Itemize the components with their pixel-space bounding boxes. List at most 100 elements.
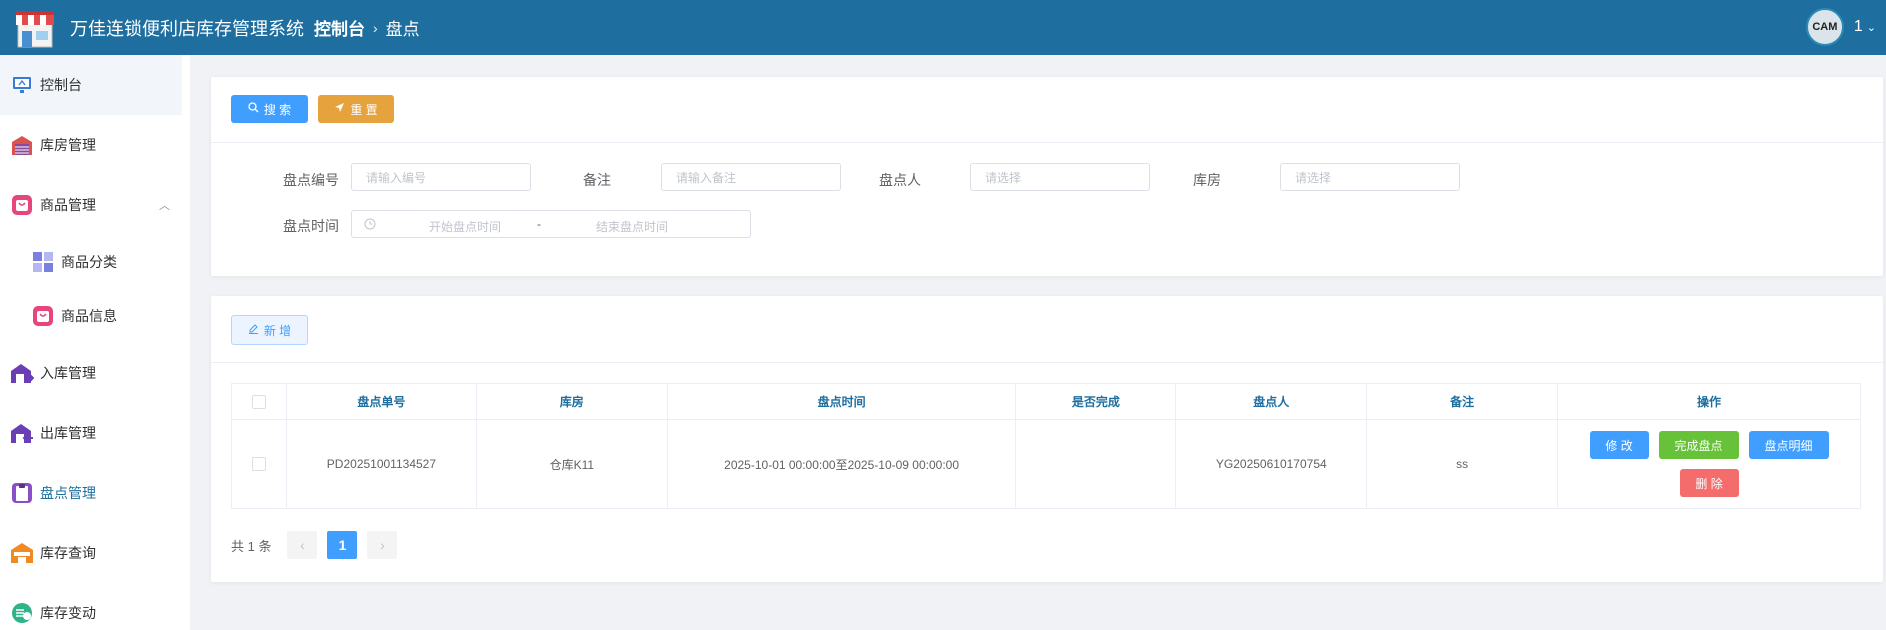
coins-icon	[10, 601, 34, 625]
search-button[interactable]: 搜 索	[231, 95, 308, 123]
breadcrumb-item-dashboard[interactable]: 控制台	[314, 15, 365, 40]
sidebar-item-goods-info[interactable]: 商品信息	[0, 289, 190, 343]
checker-label: 盘点人	[879, 172, 921, 188]
remark-input[interactable]: 请输入备注	[661, 163, 841, 191]
pagination: 共 1 条 ‹ 1 ›	[231, 531, 398, 559]
cell-warehouse: 仓库K11	[475, 419, 668, 509]
reset-button-label: 重 置	[350, 102, 378, 117]
sidebar: 控制台 库房管理 商品管理 ︿ 商品分类 商品信息 入库管理 出库管理 盘点管理…	[0, 55, 190, 630]
stocktake-time-range[interactable]: 开始盘点时间 - 结束盘点时间	[351, 210, 751, 238]
column-header: 盘点单号	[285, 383, 477, 420]
clock-icon	[364, 218, 376, 233]
sidebar-item-goods[interactable]: 商品管理 ︿	[0, 175, 190, 235]
edit-button[interactable]: 修 改	[1589, 431, 1649, 459]
list-panel: 新 增 盘点单号 库房 盘点时间 是否完成 盘点人 备注 操作 PD202510…	[211, 296, 1883, 582]
sidebar-item-dashboard[interactable]: 控制台	[0, 55, 182, 115]
sidebar-item-label: 库存查询	[40, 545, 96, 561]
sidebar-item-outbound[interactable]: 出库管理	[0, 403, 190, 463]
add-button-label: 新 增	[263, 323, 292, 338]
sidebar-item-label: 库存变动	[40, 605, 96, 621]
row-select-cell	[231, 419, 287, 509]
chevron-right-icon: ›	[373, 19, 378, 36]
table-row: PD20251001134527 仓库K11 2025-10-01 00:00:…	[231, 419, 1861, 509]
store-icon	[10, 541, 34, 565]
warehouse-icon	[10, 133, 34, 157]
user-name[interactable]: 1	[1854, 18, 1863, 36]
start-time-input[interactable]: 开始盘点时间	[420, 218, 510, 235]
reset-button[interactable]: 重 置	[318, 95, 394, 123]
sidebar-item-stock-change[interactable]: 库存变动	[0, 583, 190, 630]
prev-page-button[interactable]: ‹	[287, 531, 318, 559]
complete-stocktake-button[interactable]: 完成盘点	[1658, 431, 1739, 459]
warehouse-label: 库房	[1193, 172, 1221, 188]
search-button-label: 搜 索	[263, 102, 292, 117]
app-title: 万佳连锁便利店库存管理系统	[70, 18, 304, 39]
top-header: 万佳连锁便利店库存管理系统 控制台 › 盘点 CAM 1 ⌄	[0, 0, 1886, 55]
user-menu[interactable]: CAM 1 ⌄	[1805, 8, 1876, 46]
cell-done	[1015, 419, 1177, 509]
search-icon	[248, 102, 259, 116]
edit-icon	[248, 323, 259, 337]
checker-select[interactable]: 请选择	[970, 163, 1150, 191]
table-header-row: 盘点单号 库房 盘点时间 是否完成 盘点人 备注 操作	[231, 383, 1861, 420]
category-icon	[31, 250, 55, 274]
end-time-input[interactable]: 结束盘点时间	[587, 218, 677, 235]
sidebar-item-goods-category[interactable]: 商品分类	[0, 235, 190, 289]
total-count: 共 1 条	[231, 538, 272, 554]
code-input[interactable]: 请输入编号	[351, 163, 531, 191]
cell-checker: YG20250610170754	[1175, 419, 1368, 509]
column-header: 库房	[475, 383, 668, 420]
sidebar-item-label: 出库管理	[40, 425, 96, 441]
divider	[211, 362, 1883, 363]
sidebar-item-label: 控制台	[40, 77, 82, 93]
bag-icon	[10, 193, 34, 217]
select-all-cell	[231, 383, 287, 420]
select-all-checkbox[interactable]	[251, 394, 266, 409]
row-checkbox[interactable]	[251, 457, 266, 472]
monitor-icon	[10, 73, 34, 97]
store-logo-icon	[12, 5, 58, 51]
breadcrumb-item-current: 盘点	[385, 20, 420, 39]
divider	[211, 142, 1883, 143]
avatar[interactable]: CAM	[1805, 8, 1844, 46]
cell-time: 2025-10-01 00:00:00至2025-10-09 00:00:00	[666, 419, 1017, 509]
add-button[interactable]: 新 增	[231, 315, 308, 345]
sidebar-item-label: 盘点管理	[40, 485, 96, 501]
column-header: 盘点时间	[666, 383, 1017, 420]
cell-code: PD20251001134527	[285, 419, 477, 509]
delete-button[interactable]: 删 除	[1679, 469, 1739, 497]
clipboard-icon	[10, 481, 34, 505]
bag-icon	[31, 304, 55, 328]
warehouse-select[interactable]: 请选择	[1280, 163, 1460, 191]
sidebar-item-stock-query[interactable]: 库存查询	[0, 523, 190, 583]
breadcrumb: 控制台 › 盘点	[314, 15, 420, 40]
sidebar-item-stocktake[interactable]: 盘点管理	[0, 463, 190, 523]
sidebar-item-warehouse[interactable]: 库房管理	[0, 115, 190, 175]
next-page-button[interactable]: ›	[367, 531, 398, 559]
page-number[interactable]: 1	[327, 531, 358, 559]
cell-remark: ss	[1366, 419, 1559, 509]
time-label: 盘点时间	[283, 218, 339, 234]
send-icon	[334, 102, 345, 116]
column-header: 操作	[1557, 383, 1861, 420]
sidebar-item-label: 库房管理	[40, 137, 96, 153]
search-panel: 搜 索 重 置 盘点编号 请输入编号 备注 请输入备注 盘点人 请选择 库房 请…	[211, 77, 1883, 276]
outbound-icon	[10, 421, 34, 445]
chevron-down-icon[interactable]: ⌄	[1867, 21, 1876, 34]
cell-actions: 修 改 完成盘点 盘点明细 删 除	[1557, 419, 1861, 509]
sidebar-item-label: 商品分类	[61, 254, 117, 270]
stocktake-table: 盘点单号 库房 盘点时间 是否完成 盘点人 备注 操作 PD2025100113…	[231, 383, 1861, 509]
column-header: 盘点人	[1175, 383, 1368, 420]
sidebar-item-inbound[interactable]: 入库管理	[0, 343, 190, 403]
remark-label: 备注	[583, 172, 611, 188]
column-header: 是否完成	[1015, 383, 1177, 420]
chevron-up-icon: ︿	[159, 200, 170, 212]
sidebar-item-label: 商品信息	[61, 308, 117, 324]
sidebar-item-label: 入库管理	[40, 365, 96, 381]
column-header: 备注	[1366, 383, 1559, 420]
sidebar-item-label: 商品管理	[40, 197, 96, 213]
stocktake-detail-button[interactable]: 盘点明细	[1748, 431, 1829, 459]
inbound-icon	[10, 361, 34, 385]
range-separator: -	[537, 217, 541, 231]
code-label: 盘点编号	[283, 172, 339, 188]
